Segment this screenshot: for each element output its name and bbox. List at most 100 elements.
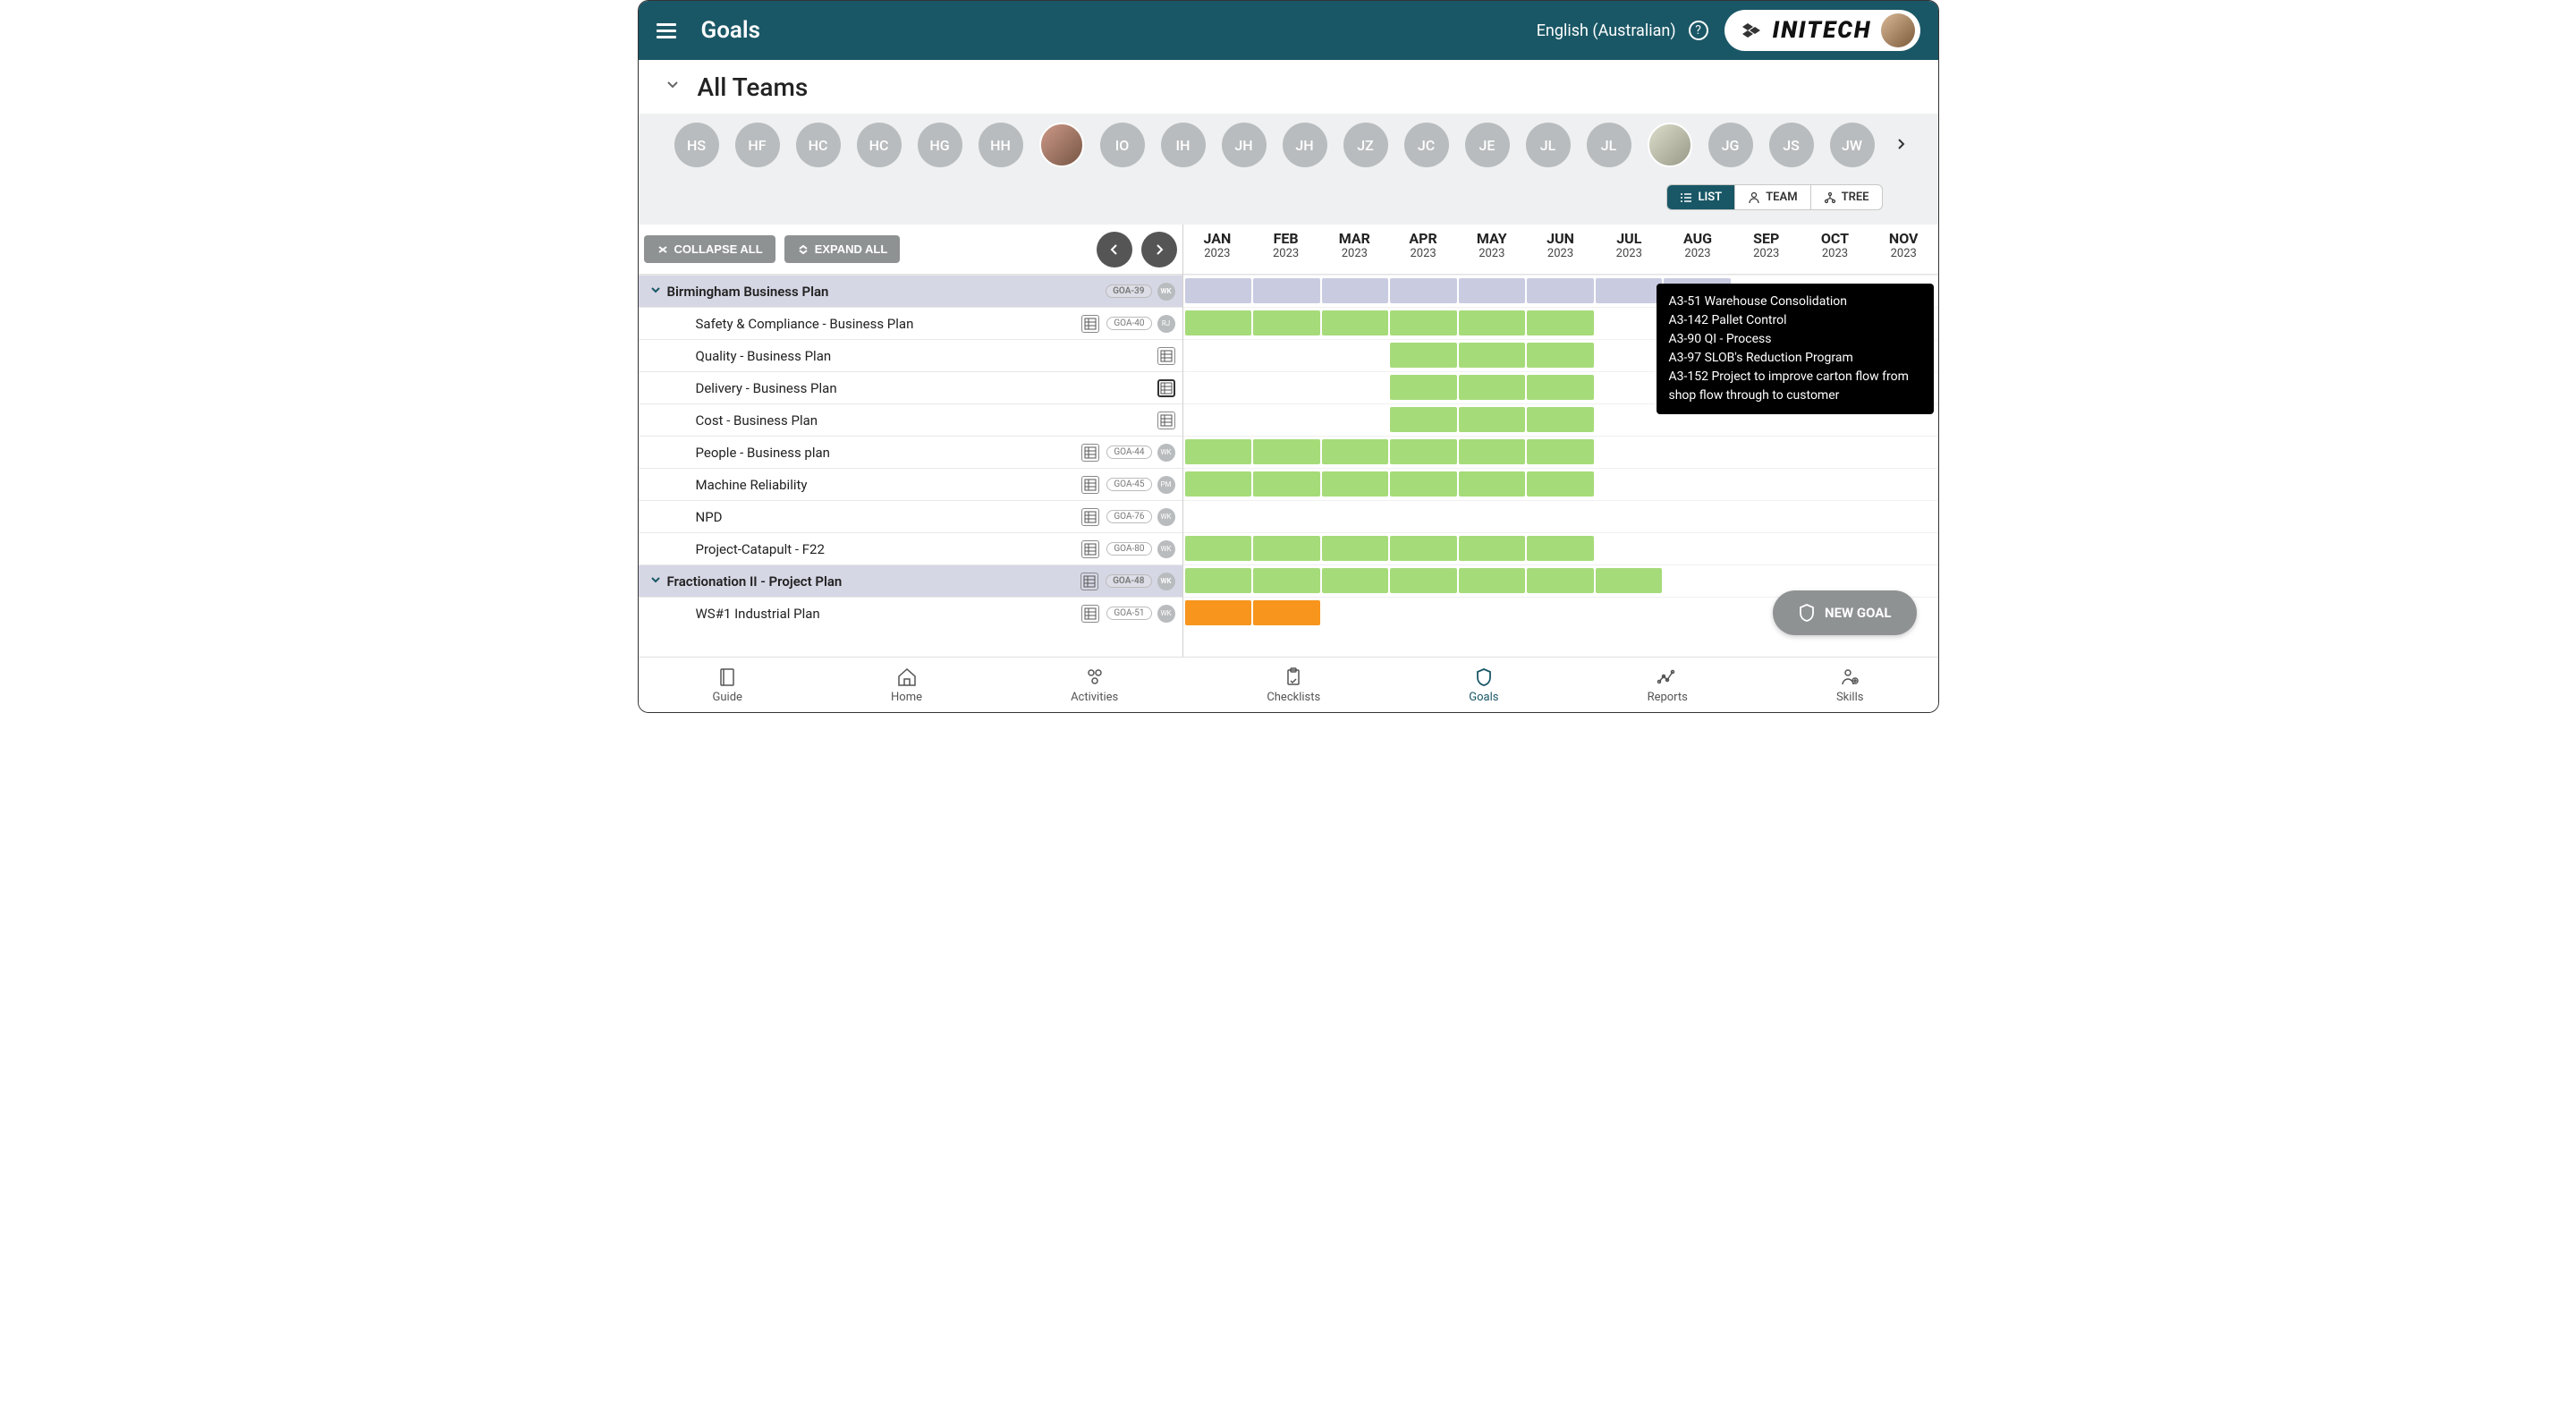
timeline-segment[interactable] bbox=[1185, 471, 1252, 497]
help-icon[interactable]: ? bbox=[1689, 21, 1708, 40]
grid-icon[interactable] bbox=[1081, 540, 1099, 558]
timeline-segment[interactable] bbox=[1253, 278, 1320, 303]
assignee-avatar[interactable]: WK bbox=[1157, 283, 1175, 301]
timeline-segment[interactable] bbox=[1390, 310, 1457, 335]
chevron-down-icon[interactable] bbox=[664, 76, 682, 98]
nav-checklists[interactable]: Checklists bbox=[1267, 666, 1320, 704]
timeline-segment[interactable] bbox=[1185, 439, 1252, 464]
timeline-segment[interactable] bbox=[1459, 343, 1526, 368]
avatar-chip[interactable]: HF bbox=[735, 123, 780, 167]
grid-icon[interactable] bbox=[1157, 347, 1175, 365]
timeline-segment[interactable] bbox=[1253, 568, 1320, 593]
timeline-segment[interactable] bbox=[1253, 600, 1320, 625]
timeline-segment[interactable] bbox=[1527, 568, 1594, 593]
scroll-left-button[interactable] bbox=[1097, 232, 1132, 267]
nav-reports[interactable]: Reports bbox=[1648, 666, 1688, 704]
collapse-all-button[interactable]: COLLAPSE ALL bbox=[644, 235, 775, 263]
timeline-segment[interactable] bbox=[1322, 471, 1389, 497]
timeline-segment[interactable] bbox=[1527, 439, 1594, 464]
assignee-avatar[interactable]: PM bbox=[1157, 476, 1175, 494]
timeline-segment[interactable] bbox=[1596, 568, 1663, 593]
grid-icon[interactable] bbox=[1081, 444, 1099, 462]
assignee-avatar[interactable]: WK bbox=[1157, 573, 1175, 590]
chevron-down-icon[interactable] bbox=[649, 283, 667, 300]
avatar-chip[interactable]: HS bbox=[674, 123, 719, 167]
grid-icon[interactable] bbox=[1157, 412, 1175, 429]
timeline-segment[interactable] bbox=[1390, 536, 1457, 561]
gantt-child-row[interactable]: Safety & Compliance - Business PlanGOA-4… bbox=[639, 307, 1182, 339]
assignee-avatar[interactable]: WK bbox=[1157, 605, 1175, 623]
timeline-segment[interactable] bbox=[1527, 310, 1594, 335]
timeline-segment[interactable] bbox=[1322, 568, 1389, 593]
user-avatar[interactable] bbox=[1881, 13, 1915, 47]
grid-icon[interactable] bbox=[1081, 508, 1099, 526]
avatar-chip[interactable]: JH bbox=[1283, 123, 1327, 167]
gantt-child-row[interactable]: NPDGOA-76WK bbox=[639, 500, 1182, 532]
avatar-chip[interactable]: JC bbox=[1404, 123, 1449, 167]
avatar-chip[interactable] bbox=[1648, 123, 1692, 167]
avatar-chip[interactable]: HH bbox=[979, 123, 1023, 167]
timeline-segment[interactable] bbox=[1527, 536, 1594, 561]
gantt-child-row[interactable]: WS#1 Industrial PlanGOA-51WK bbox=[639, 597, 1182, 629]
timeline-segment[interactable] bbox=[1390, 343, 1457, 368]
gantt-group-row[interactable]: Birmingham Business PlanGOA-39WK bbox=[639, 275, 1182, 307]
nav-skills[interactable]: Skills bbox=[1836, 666, 1864, 704]
timeline-segment[interactable] bbox=[1527, 471, 1594, 497]
menu-icon[interactable] bbox=[657, 20, 676, 42]
timeline-segment[interactable] bbox=[1459, 439, 1526, 464]
gantt-child-row[interactable]: Project-Catapult - F22GOA-80WK bbox=[639, 532, 1182, 564]
timeline-segment[interactable] bbox=[1390, 375, 1457, 400]
timeline-segment[interactable] bbox=[1527, 375, 1594, 400]
grid-icon[interactable] bbox=[1081, 605, 1099, 623]
timeline-segment[interactable] bbox=[1596, 278, 1663, 303]
avatar-chip[interactable]: IO bbox=[1100, 123, 1145, 167]
scroll-right-button[interactable] bbox=[1141, 232, 1177, 267]
assignee-avatar[interactable]: WK bbox=[1157, 444, 1175, 462]
assignee-avatar[interactable]: RJ bbox=[1157, 315, 1175, 333]
grid-icon[interactable] bbox=[1081, 476, 1099, 494]
avatar-chip[interactable]: IH bbox=[1161, 123, 1206, 167]
timeline-segment[interactable] bbox=[1322, 278, 1389, 303]
avatar-chip[interactable]: JZ bbox=[1343, 123, 1388, 167]
timeline-segment[interactable] bbox=[1253, 310, 1320, 335]
timeline-segment[interactable] bbox=[1459, 278, 1526, 303]
avatar-chip[interactable]: JE bbox=[1465, 123, 1510, 167]
timeline-segment[interactable] bbox=[1185, 278, 1252, 303]
timeline-segment[interactable] bbox=[1253, 536, 1320, 561]
avatar-chip[interactable]: JL bbox=[1587, 123, 1631, 167]
view-team-button[interactable]: TEAM bbox=[1735, 185, 1810, 209]
avatars-scroll-right-icon[interactable] bbox=[1894, 137, 1907, 154]
gantt-child-row[interactable]: Machine ReliabilityGOA-45PM bbox=[639, 468, 1182, 500]
timeline-segment[interactable] bbox=[1527, 343, 1594, 368]
timeline-segment[interactable] bbox=[1390, 407, 1457, 432]
avatar-chip[interactable]: JH bbox=[1222, 123, 1267, 167]
assignee-avatar[interactable]: WK bbox=[1157, 540, 1175, 558]
avatar-chip[interactable]: JL bbox=[1526, 123, 1571, 167]
timeline-segment[interactable] bbox=[1390, 568, 1457, 593]
view-list-button[interactable]: LIST bbox=[1667, 185, 1735, 209]
timeline-segment[interactable] bbox=[1459, 568, 1526, 593]
timeline-segment[interactable] bbox=[1185, 536, 1252, 561]
team-selector-title[interactable]: All Teams bbox=[698, 72, 809, 102]
grid-icon[interactable] bbox=[1080, 573, 1098, 590]
timeline-segment[interactable] bbox=[1527, 278, 1594, 303]
expand-all-button[interactable]: EXPAND ALL bbox=[784, 235, 901, 263]
gantt-group-row[interactable]: Fractionation II - Project PlanGOA-48WK bbox=[639, 564, 1182, 597]
timeline-segment[interactable] bbox=[1390, 439, 1457, 464]
timeline-segment[interactable] bbox=[1459, 471, 1526, 497]
view-tree-button[interactable]: TREE bbox=[1811, 185, 1882, 209]
timeline-segment[interactable] bbox=[1253, 471, 1320, 497]
timeline-segment[interactable] bbox=[1253, 439, 1320, 464]
nav-home[interactable]: Home bbox=[891, 666, 922, 704]
avatar-chip[interactable]: JG bbox=[1708, 123, 1753, 167]
gantt-child-row[interactable]: Cost - Business Plan bbox=[639, 403, 1182, 436]
timeline-segment[interactable] bbox=[1185, 568, 1252, 593]
assignee-avatar[interactable]: WK bbox=[1157, 508, 1175, 526]
timeline-segment[interactable] bbox=[1390, 471, 1457, 497]
gantt-child-row[interactable]: People - Business planGOA-44WK bbox=[639, 436, 1182, 468]
language-selector[interactable]: English (Australian) bbox=[1537, 21, 1676, 40]
avatar-chip[interactable]: JS bbox=[1769, 123, 1814, 167]
timeline-segment[interactable] bbox=[1185, 600, 1252, 625]
nav-goals[interactable]: Goals bbox=[1469, 666, 1498, 704]
avatar-chip[interactable]: JW bbox=[1830, 123, 1875, 167]
